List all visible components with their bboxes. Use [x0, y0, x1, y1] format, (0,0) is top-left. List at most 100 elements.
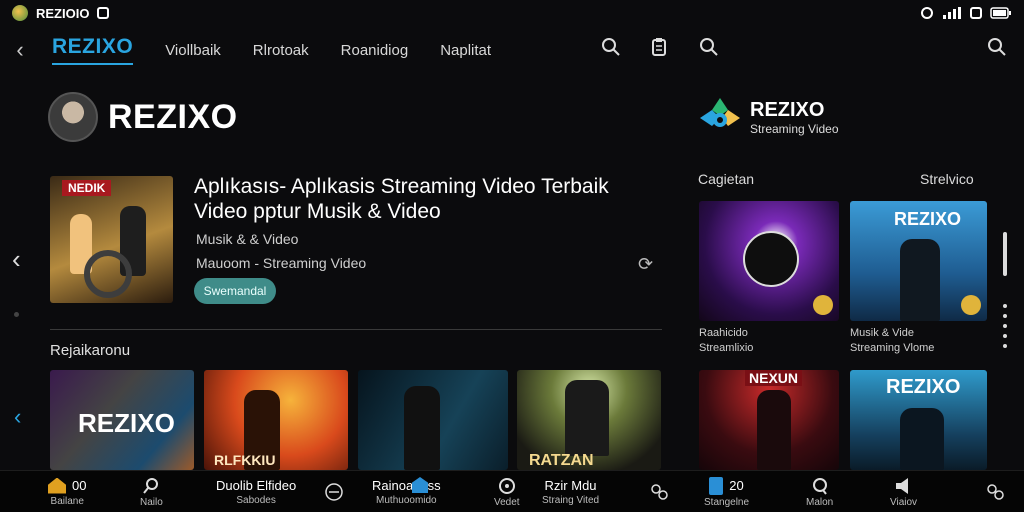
- card-caption-3: NEXUN: [745, 370, 803, 386]
- bottom-navigation: 00 Bailane Nailo Duolib Elfideo Sabodes …: [0, 470, 1024, 512]
- wifi-icon: [970, 7, 982, 19]
- featured-poster[interactable]: NEDIK: [50, 176, 173, 303]
- back-arrow-icon[interactable]: ‹: [0, 37, 40, 63]
- avatar[interactable]: [48, 92, 98, 142]
- nav-tab-4[interactable]: Naplitat: [440, 42, 491, 59]
- card-caption-4: REZIXO: [886, 376, 961, 398]
- scrollbar[interactable]: [1003, 232, 1007, 276]
- right-section-link[interactable]: Strelvico: [920, 171, 974, 187]
- disc-icon: [498, 477, 515, 494]
- row-prev-icon[interactable]: ‹: [14, 404, 21, 430]
- bottom-item-settings[interactable]: [984, 471, 1006, 512]
- page-indicator-dot: [14, 312, 19, 317]
- video-thumb-1[interactable]: REZIXO: [50, 370, 194, 470]
- video-card-3[interactable]: NEXUN: [699, 370, 839, 470]
- card-label-1-line2: Streamlixio: [699, 342, 754, 354]
- bottom-item-profile[interactable]: [648, 471, 670, 512]
- featured-action-button[interactable]: Swemandal: [194, 278, 276, 304]
- card-label-1: Raahicido Streamlixio: [699, 326, 753, 356]
- card-figure: [900, 239, 940, 321]
- poster-drum: [84, 250, 132, 298]
- profile-icon: [651, 484, 668, 500]
- group-icon: [987, 484, 1004, 500]
- far-right-search-icon[interactable]: [986, 36, 1008, 58]
- bottom-item-main-title: Rainoanass: [372, 478, 441, 493]
- search-icon[interactable]: [600, 36, 622, 58]
- card-disc: [743, 231, 799, 287]
- battery-icon: [990, 7, 1011, 19]
- bottom-item-streaming-label: Straing Vited: [542, 495, 600, 506]
- bottom-item-main-label: Muthuoomido: [376, 495, 437, 506]
- app-logo-icon: [12, 5, 28, 21]
- featured-subtitle-1: Musik & & Video: [196, 231, 299, 247]
- bottom-item-home-count: 00: [72, 478, 87, 493]
- bottom-item-main[interactable]: Rainoanass Muthuoomido: [372, 471, 441, 512]
- bottom-item-stangelne[interactable]: 20 Stangelne: [704, 471, 749, 512]
- bottom-item-stangelne-label: Stangelne: [704, 496, 750, 508]
- bottom-item-malon-label: Malon: [806, 496, 834, 508]
- thumb-guitarist: [565, 380, 609, 456]
- video-thumb-3[interactable]: [358, 370, 508, 470]
- featured-title[interactable]: Aplıkasıs- Aplıkasis Streaming Video Ter…: [194, 174, 664, 224]
- card-label-2: Musik & Vide Streaming Vlome: [850, 326, 934, 356]
- thumb-performer: [404, 386, 440, 470]
- info-icon: [709, 476, 724, 495]
- nav-tab-1[interactable]: Viollbaik: [165, 42, 221, 59]
- card-figure: [900, 408, 944, 470]
- nav-brand-tab[interactable]: REZIXO: [52, 35, 134, 65]
- status-right: [920, 6, 1012, 20]
- brand-logo-icon: [700, 98, 740, 127]
- award-icon: [961, 295, 981, 315]
- scroll-dots: [1003, 304, 1007, 354]
- bottom-item-viaiov-label: Viaiov: [890, 496, 918, 508]
- bottom-item-vedet[interactable]: Vedet: [494, 471, 520, 512]
- clipboard-icon[interactable]: [648, 36, 670, 58]
- bottom-item-music-video[interactable]: Duolib Elfideo Sabodes: [216, 471, 296, 512]
- video-thumb-2[interactable]: RLFKKIU: [204, 370, 348, 470]
- carousel-prev-icon[interactable]: ‹: [12, 244, 21, 275]
- poster-tag: NEDIK: [62, 180, 112, 196]
- bottom-item-streaming-title: Rzir Mdu: [544, 478, 597, 493]
- thumb-caption-2: RLFKKIU: [214, 452, 276, 468]
- bottom-item-streaming[interactable]: Rzir Mdu Straing Vited: [542, 471, 599, 512]
- status-left: REZIOIO: [12, 5, 110, 21]
- bottom-item-music-video-title: Duolib Elfideo: [216, 478, 297, 493]
- bottom-item-search[interactable]: Nailo: [140, 471, 163, 512]
- carousel-next-icon[interactable]: ⟳: [638, 254, 653, 275]
- location-icon: [921, 7, 933, 19]
- bottom-item-home-label: Bailane: [50, 495, 84, 507]
- video-card-1[interactable]: [699, 201, 839, 321]
- chat-icon: [812, 477, 827, 495]
- nav-tab-2[interactable]: Rlrotoak: [253, 42, 309, 59]
- card-caption-2: REZIXO: [894, 209, 962, 229]
- home-active-icon: [412, 477, 428, 493]
- circle-minus-icon: [325, 483, 343, 501]
- card-label-1-line1: Raahicido: [699, 327, 748, 339]
- right-search-icon[interactable]: [698, 36, 720, 58]
- bottom-item-search-label: Nailo: [140, 496, 163, 508]
- nav-tab-3[interactable]: Roanidiog: [341, 42, 409, 59]
- bottom-item-malon[interactable]: Malon: [806, 471, 833, 512]
- thumb-caption-4: RATZAN: [529, 452, 594, 469]
- bottom-item-home[interactable]: 00 Bailane: [48, 471, 86, 512]
- video-thumb-4[interactable]: RATZAN: [517, 370, 661, 470]
- bottom-item-minus[interactable]: [324, 471, 344, 512]
- section-heading: Rejaikaronu: [50, 342, 131, 359]
- card-figure: [757, 390, 791, 470]
- bottom-item-viaiov[interactable]: Viaiov: [890, 471, 917, 512]
- card-label-2-line1: Musik & Vide: [850, 327, 914, 339]
- award-icon: [813, 295, 833, 315]
- status-bar: REZIOIO: [0, 0, 1024, 26]
- bottom-item-vedet-label: Vedet: [494, 496, 520, 508]
- right-brand-subtitle: Streaming Video: [750, 122, 839, 136]
- hero-brand: REZIXO: [48, 92, 238, 142]
- speaker-icon: [895, 477, 908, 494]
- video-card-2[interactable]: REZIXO: [850, 201, 987, 321]
- status-app-name: REZIOIO: [36, 5, 90, 21]
- right-section-heading: Cagietan: [698, 171, 755, 187]
- bottom-item-main-icon-wrap: [412, 477, 428, 493]
- notification-icon: [97, 7, 110, 19]
- video-card-4[interactable]: REZIXO: [850, 370, 987, 470]
- nav-actions: [600, 36, 670, 58]
- right-brand-name: REZIXO: [750, 99, 825, 121]
